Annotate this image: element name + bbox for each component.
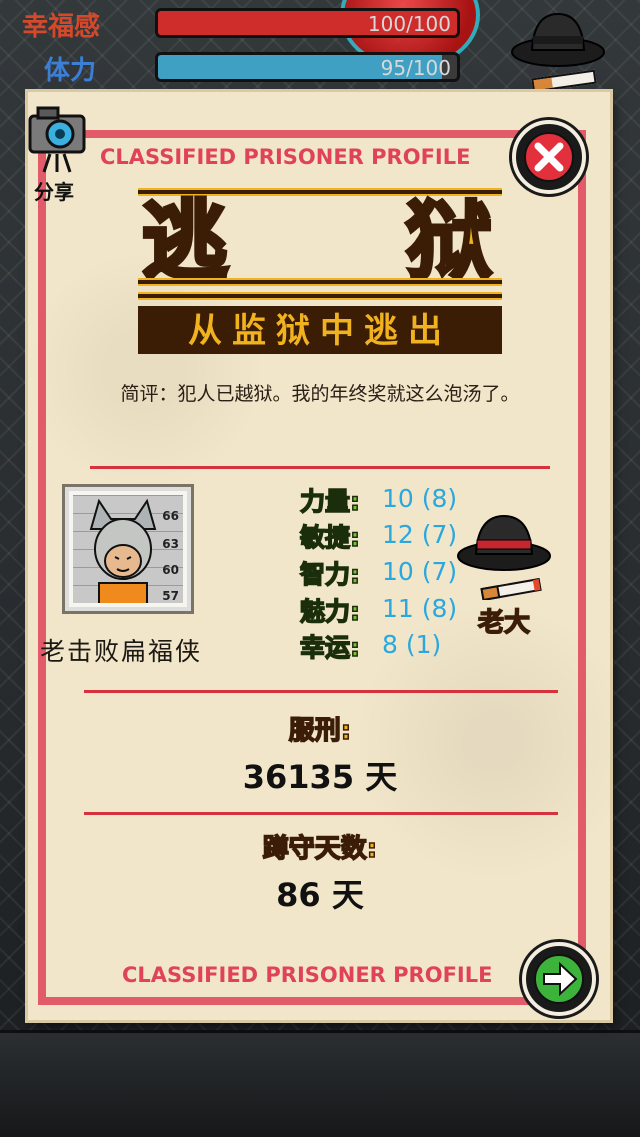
mugshot-board: 66 63 60 57: [73, 495, 183, 603]
stat-strength-label: 力量:: [299, 486, 361, 517]
stamina-label: 体力: [44, 56, 97, 86]
happiness-value: 100/100: [367, 12, 451, 36]
stat-agility-label: 敏捷:: [299, 522, 361, 553]
prisoner-name: 老击败扁福侠: [40, 637, 203, 666]
days-served-value: 86 天: [276, 876, 364, 914]
happiness-row: 幸福感 100/100: [0, 4, 520, 42]
prisoner-portrait: [89, 499, 157, 603]
divider-1: [90, 466, 550, 469]
sentence-value: 36135 天: [242, 758, 398, 796]
footer-classified: CLASSIFIED PRISONER PROFILE: [122, 963, 493, 987]
mugshot-number: 66: [162, 509, 179, 523]
cigarette-icon: [480, 578, 542, 600]
happiness-bar: 100/100: [155, 8, 460, 38]
prisoner-mugshot: 66 63 60 57: [62, 484, 194, 614]
camera-icon: [28, 106, 86, 173]
divider-3: [84, 812, 558, 815]
mugshot-number: 60: [162, 563, 179, 577]
fedora-hat-icon: [457, 514, 551, 571]
review-text: 简评：犯人已越狱。我的年终奖就这么泡汤了。: [120, 383, 520, 405]
stat-charm-label: 魅力:: [299, 596, 361, 627]
stat-luck-value: 8 (1): [382, 630, 442, 659]
fedora-hat-icon: [511, 12, 605, 67]
divider-2: [84, 690, 558, 693]
happiness-label: 幸福感: [22, 12, 101, 42]
close-button[interactable]: [512, 120, 586, 194]
stat-agility-value: 12 (7): [382, 520, 458, 549]
title-stripe-mid: [138, 278, 502, 286]
stat-luck-label: 幸运:: [299, 632, 361, 663]
days-served-label: 蹲守天数:: [262, 833, 378, 865]
stamina-row: 体力 95/100: [0, 48, 520, 86]
title-stripe-bottom: [138, 292, 502, 300]
rank-label: 老大: [477, 607, 531, 639]
stat-strength-value: 10 (8): [382, 484, 458, 513]
next-button[interactable]: [522, 942, 596, 1016]
subtitle: 从监狱中逃出: [188, 311, 452, 351]
share-label: 分享: [34, 180, 74, 204]
arrow-right-icon: [534, 954, 584, 1004]
mugshot-number: 63: [162, 537, 179, 551]
stat-charm-value: 11 (8): [382, 594, 458, 623]
subtitle-banner: 从监狱中逃出: [138, 306, 502, 354]
stamina-bar: 95/100: [155, 52, 460, 82]
stamina-value: 95/100: [380, 56, 451, 80]
mugshot-number: 57: [162, 589, 179, 603]
floor: [0, 1030, 640, 1137]
stat-intelligence-value: 10 (7): [382, 557, 458, 586]
header-classified: CLASSIFIED PRISONER PROFILE: [100, 145, 471, 169]
stat-intelligence-label: 智力:: [299, 559, 361, 590]
close-icon: [524, 132, 574, 182]
sentence-label: 服刑:: [288, 715, 352, 747]
